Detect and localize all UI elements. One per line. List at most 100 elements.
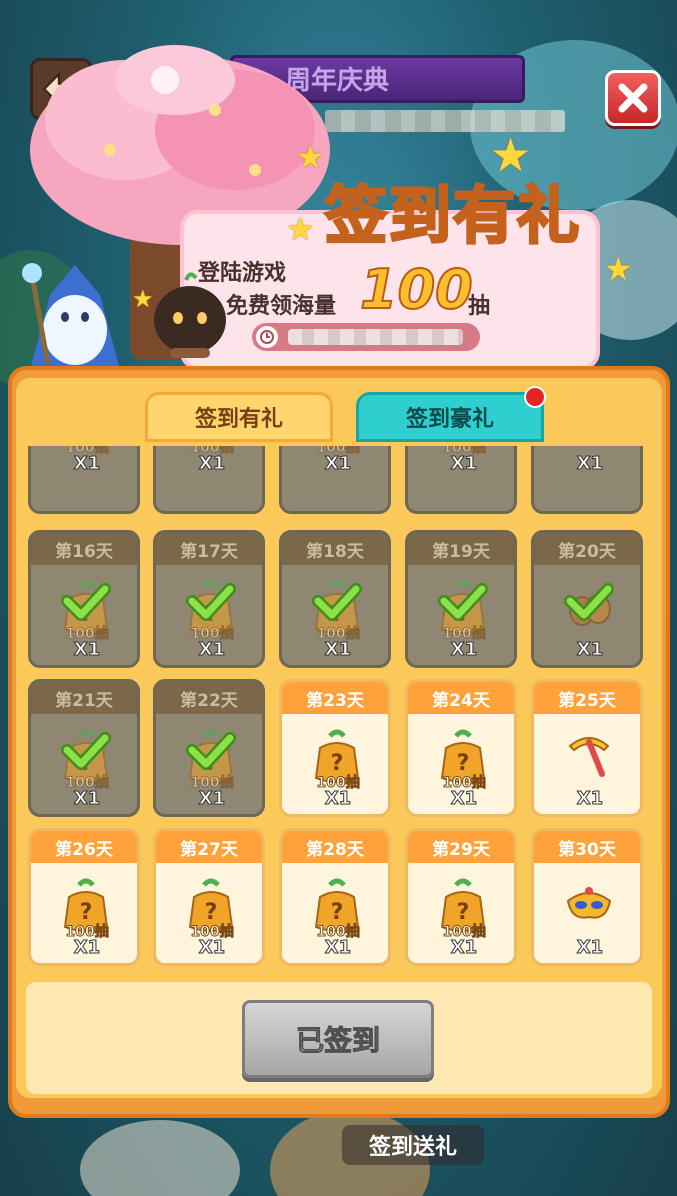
day-label: 第16天	[31, 533, 137, 565]
reward-quantity: X1	[324, 639, 352, 661]
day-label: 第22天	[156, 682, 262, 714]
reward-cell[interactable]: ?100抽X1	[28, 446, 140, 514]
reward-cell[interactable]: 第26天? 100抽 X1	[28, 828, 140, 966]
reward-body: ?100抽X1	[282, 446, 388, 485]
reward-cell[interactable]: 第22天? 100抽 X1	[153, 679, 265, 817]
promo-amount: 100	[359, 257, 474, 322]
reward-quantity: X1	[576, 937, 604, 959]
checkmark-icon	[61, 730, 111, 770]
reward-body: ?100抽X1	[31, 446, 137, 485]
reward-cell[interactable]: X1	[531, 446, 643, 514]
reward-cell[interactable]: 第28天? 100抽 X1	[279, 828, 391, 966]
reward-grid: ?100抽X1?100抽X1?100抽X1?100抽X1X1第16天?100抽X…	[28, 446, 648, 976]
day-label: 第17天	[156, 533, 262, 565]
promo-unit: 抽	[468, 294, 491, 319]
pickaxe-icon	[564, 446, 614, 449]
star-icon: ★	[490, 128, 532, 182]
reward-quantity: X1	[73, 937, 101, 959]
day-label: 第23天	[282, 682, 388, 714]
reward-body: ?100抽X1	[31, 565, 137, 665]
reward-cell[interactable]: ?100抽X1	[405, 446, 517, 514]
day-label: 第25天	[534, 682, 640, 714]
reward-quantity: X1	[324, 937, 352, 959]
reward-quantity: X1	[73, 788, 101, 810]
day-label: 第27天	[156, 831, 262, 863]
clock-icon	[256, 326, 278, 348]
footer-label: 签到送礼	[342, 1125, 484, 1165]
checkmark-icon	[186, 730, 236, 770]
countdown-bar	[252, 323, 480, 351]
reward-body: ?100抽X1	[408, 446, 514, 485]
reward-cell[interactable]: 第16天? 100抽 X1	[28, 530, 140, 668]
reward-cell[interactable]: 第19天? 100抽 X1	[405, 530, 517, 668]
promo-title: 签到有礼	[323, 178, 582, 254]
reward-body: ?100抽X1	[282, 565, 388, 665]
day-label: 第20天	[534, 533, 640, 565]
signed-in-button[interactable]: 已签到	[242, 1000, 434, 1078]
reward-quantity: X1	[450, 788, 478, 810]
day-label: 第29天	[408, 831, 514, 863]
reward-cell[interactable]: 第30天 X1	[531, 828, 643, 966]
close-button[interactable]	[605, 70, 661, 126]
reward-quantity: X1	[324, 453, 352, 475]
reward-quantity: X1	[198, 453, 226, 475]
star-icon: ★	[296, 138, 325, 176]
mask-icon	[564, 877, 614, 933]
tab-sign-in-gifts[interactable]: 签到有礼	[145, 392, 333, 442]
yeti-character-icon	[22, 263, 120, 370]
reward-cell[interactable]: 第25天 X1	[531, 679, 643, 817]
reward-quantity: X1	[198, 788, 226, 810]
day-label: 第19天	[408, 533, 514, 565]
promo-line2: 免费领海量	[226, 294, 337, 319]
reward-body: ?100抽X1	[31, 863, 137, 963]
star-icon: ★	[604, 250, 633, 288]
checkmark-icon	[564, 581, 614, 621]
day-label: 第26天	[31, 831, 137, 863]
reward-quantity: X1	[198, 639, 226, 661]
reward-quantity: X1	[576, 453, 604, 475]
reward-body: ?100抽X1	[408, 863, 514, 963]
reward-cell[interactable]: 第27天? 100抽 X1	[153, 828, 265, 966]
reward-body: X1	[534, 565, 640, 665]
reward-body: ?100抽X1	[408, 714, 514, 814]
pickaxe-icon	[564, 728, 614, 784]
reward-body: X1	[534, 714, 640, 814]
close-x-icon	[618, 83, 648, 113]
reward-quantity: X1	[450, 639, 478, 661]
reward-cell[interactable]: 第29天? 100抽 X1	[405, 828, 517, 966]
star-icon: ★	[286, 210, 315, 248]
reward-cell[interactable]: 第24天? 100抽 X1	[405, 679, 517, 817]
reward-quantity: X1	[450, 937, 478, 959]
reward-quantity: X1	[198, 937, 226, 959]
day-label: 第28天	[282, 831, 388, 863]
tab-deluxe-gifts[interactable]: 签到豪礼	[356, 392, 544, 442]
day-label: 第18天	[282, 533, 388, 565]
checkmark-icon	[438, 581, 488, 621]
reward-body: ?100抽X1	[282, 714, 388, 814]
reward-body: ?100抽X1	[156, 863, 262, 963]
reward-body: ?100抽X1	[156, 565, 262, 665]
reward-body: ?100抽X1	[156, 446, 262, 485]
reward-quantity: X1	[73, 639, 101, 661]
reward-cell[interactable]: 第23天? 100抽 X1	[279, 679, 391, 817]
reward-quantity: X1	[450, 453, 478, 475]
day-label: 第21天	[31, 682, 137, 714]
checkmark-icon	[312, 581, 362, 621]
reward-quantity: X1	[576, 788, 604, 810]
reward-quantity: X1	[73, 453, 101, 475]
background-character	[80, 1120, 240, 1196]
reward-cell[interactable]: 第18天? 100抽 X1	[279, 530, 391, 668]
checkmark-icon	[186, 581, 236, 621]
reward-quantity: X1	[576, 639, 604, 661]
furball-character-icon	[154, 272, 226, 358]
reward-body: ?100抽X1	[408, 565, 514, 665]
reward-cell[interactable]: ?100抽X1	[153, 446, 265, 514]
reward-body: X1	[534, 446, 640, 485]
reward-cell[interactable]: 第21天? 100抽 X1	[28, 679, 140, 817]
reward-body: ?100抽X1	[156, 714, 262, 814]
reward-cell[interactable]: 第20天 X1	[531, 530, 643, 668]
reward-body: ?100抽X1	[31, 714, 137, 814]
reward-cell[interactable]: 第17天? 100抽 X1	[153, 530, 265, 668]
reward-cell[interactable]: ?100抽X1	[279, 446, 391, 514]
day-label: 第30天	[534, 831, 640, 863]
